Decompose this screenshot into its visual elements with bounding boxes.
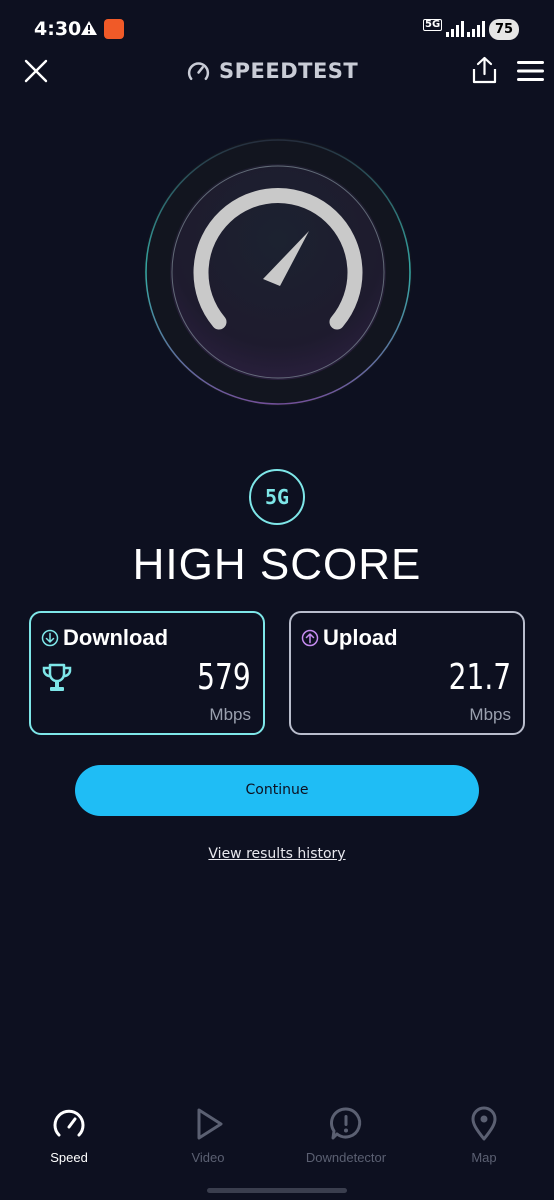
download-value: 579	[197, 657, 251, 698]
status-bar: 4:30 5G 75	[0, 0, 554, 62]
upload-arrow-icon	[301, 629, 319, 647]
bottom-navigation: Speed Video Downdetector Map	[0, 1096, 554, 1200]
home-indicator[interactable]	[207, 1188, 347, 1193]
upload-label: Upload	[323, 625, 398, 650]
download-header: Download	[41, 625, 168, 651]
app-notification-icon	[104, 19, 124, 39]
speed-icon	[53, 1109, 85, 1137]
network-type-badge: 5G	[249, 469, 305, 525]
nav-label-downdetector: Downdetector	[305, 1150, 387, 1165]
upload-unit: Mbps	[469, 705, 511, 724]
app-title: SPEEDTEST	[186, 56, 358, 86]
nav-item-speed[interactable]: Speed	[14, 1106, 124, 1165]
view-results-history-link: View results history	[0, 846, 554, 862]
download-label: Download	[63, 625, 169, 650]
upload-card: Upload 21.7 Mbps	[289, 611, 525, 735]
nav-item-map[interactable]: Map	[429, 1106, 539, 1165]
upload-header: Upload	[301, 625, 398, 651]
download-card: Download 579 Mbps	[29, 611, 265, 735]
network-type-indicator: 5G	[423, 19, 443, 31]
nav-label-speed: Speed	[50, 1150, 88, 1165]
map-pin-icon	[471, 1106, 497, 1141]
view-results-history-text[interactable]: View results history	[208, 846, 345, 862]
battery-indicator: 75	[489, 19, 519, 40]
speedometer-logo-icon	[187, 61, 210, 80]
play-icon	[197, 1108, 223, 1140]
download-unit: Mbps	[209, 705, 251, 724]
share-icon[interactable]	[472, 56, 497, 84]
speedtest-result-screen: 4:30 5G 75 SPEEDTEST 5G HIGH SCORE Downl…	[0, 0, 554, 1200]
app-title-text: SPEEDTEST	[219, 59, 359, 83]
status-time: 4:30	[34, 18, 82, 40]
signal-icon-2	[467, 21, 485, 37]
menu-icon[interactable]	[517, 61, 544, 81]
speed-gauge-icon	[144, 138, 412, 406]
nav-label-video: Video	[191, 1150, 225, 1165]
nav-item-downdetector[interactable]: Downdetector	[291, 1106, 401, 1165]
nav-item-video[interactable]: Video	[153, 1106, 263, 1165]
alert-icon	[330, 1107, 362, 1140]
continue-button[interactable]: Continue	[75, 765, 479, 816]
signal-icon	[446, 21, 464, 37]
result-headline: HIGH SCORE	[132, 540, 422, 589]
warning-icon	[81, 21, 97, 35]
close-icon[interactable]	[24, 59, 48, 83]
nav-label-map: Map	[471, 1150, 497, 1165]
upload-value: 21.7	[448, 657, 511, 698]
trophy-icon	[42, 663, 72, 691]
download-arrow-icon	[41, 629, 59, 647]
